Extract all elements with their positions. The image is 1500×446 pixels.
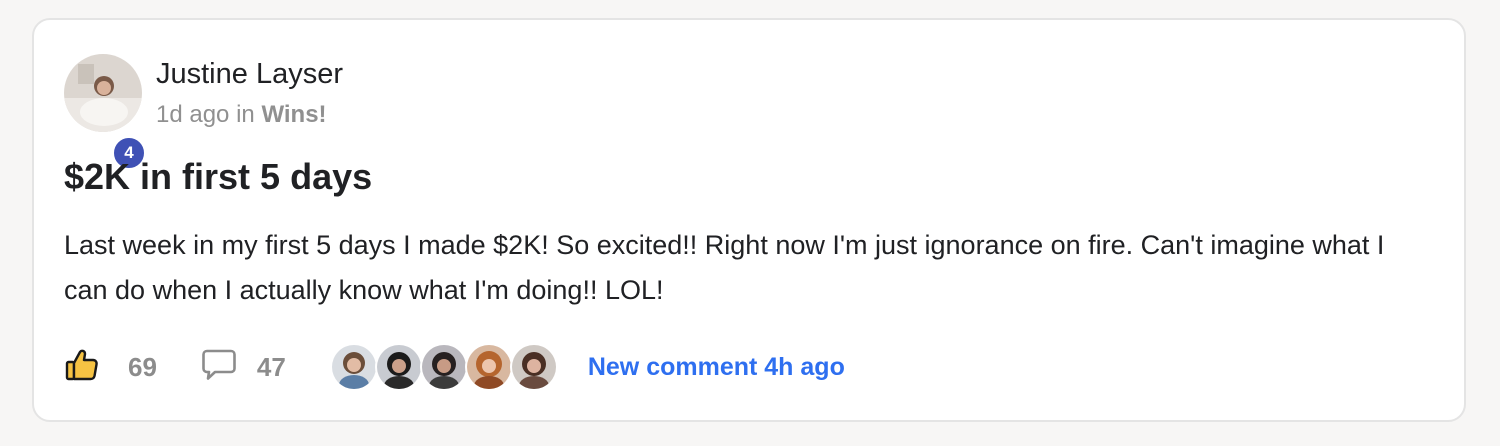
author-avatar[interactable] — [64, 54, 142, 132]
commenter-avatars[interactable] — [329, 343, 558, 391]
commenter-avatar[interactable] — [464, 343, 513, 391]
post-title[interactable]: $2K in first 5 days — [64, 154, 372, 200]
thumbs-up-icon[interactable] — [64, 347, 100, 388]
comment-button[interactable]: 47 — [201, 348, 286, 387]
post-card[interactable]: 4 Justine Layser 1d ago in Wins! $2K in … — [32, 18, 1466, 422]
author-name[interactable]: Justine Layser — [156, 55, 343, 93]
post-actions: 69 47 New comment 4h ago — [64, 342, 845, 392]
speech-bubble-icon[interactable] — [201, 348, 237, 387]
new-comment-link[interactable]: New comment 4h ago — [588, 353, 845, 382]
meta-in-word: in — [236, 101, 255, 128]
post-meta: 1d ago in Wins! — [156, 99, 327, 131]
post-category-link[interactable]: Wins! — [261, 101, 326, 128]
like-button[interactable]: 69 — [64, 347, 157, 388]
like-count: 69 — [128, 351, 157, 382]
post-time: 1d ago — [156, 101, 230, 128]
post-body: Last week in my first 5 days I made $2K!… — [64, 230, 1385, 305]
author-avatar-container[interactable]: 4 — [64, 54, 147, 171]
comment-count: 47 — [256, 351, 286, 382]
commenter-avatar[interactable] — [329, 343, 378, 391]
commenter-avatar[interactable] — [509, 343, 558, 391]
commenter-avatar[interactable] — [419, 343, 468, 391]
commenter-avatar[interactable] — [374, 343, 423, 391]
